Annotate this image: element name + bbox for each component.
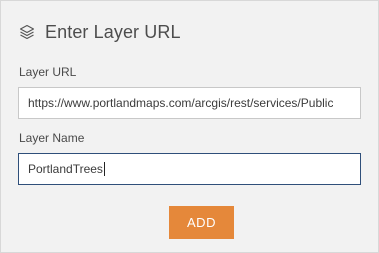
layer-name-label: Layer Name	[19, 131, 85, 145]
layer-name-value: PortlandTrees	[28, 162, 103, 176]
panel-header: Enter Layer URL	[18, 20, 181, 44]
layer-url-value: https://www.portlandmaps.com/arcgis/rest…	[28, 96, 334, 110]
layer-name-input[interactable]: PortlandTrees	[18, 153, 361, 185]
layer-url-input[interactable]: https://www.portlandmaps.com/arcgis/rest…	[18, 87, 361, 119]
layers-icon	[18, 23, 36, 41]
add-button[interactable]: ADD	[169, 206, 234, 239]
layer-url-label: Layer URL	[19, 65, 77, 79]
panel-title: Enter Layer URL	[45, 21, 181, 42]
add-layer-panel: Enter Layer URL Layer URL https://www.po…	[0, 0, 379, 253]
text-cursor	[103, 162, 105, 176]
